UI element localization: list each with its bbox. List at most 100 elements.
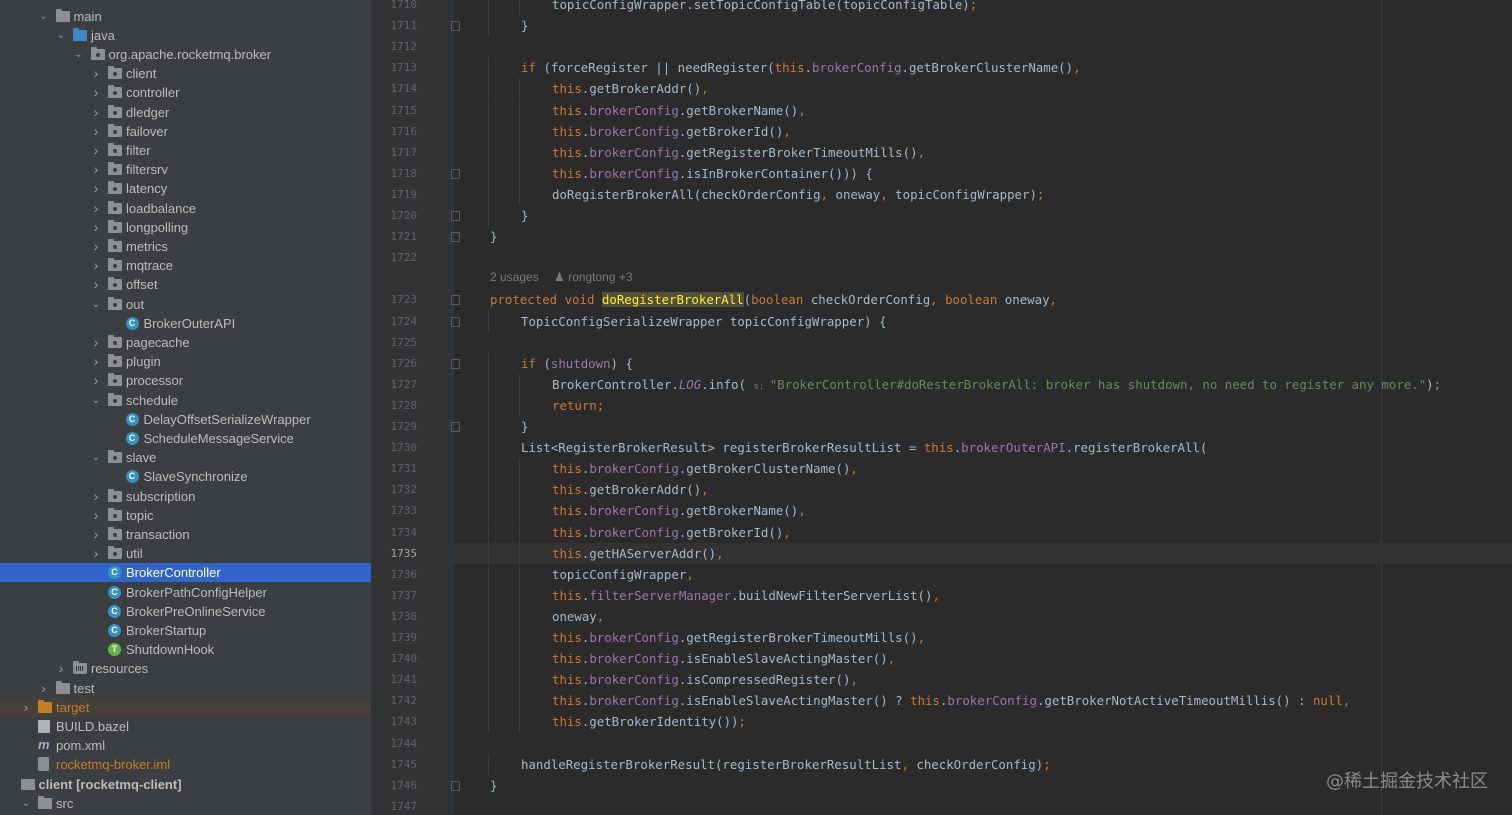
tree-item[interactable]: › latency <box>0 179 371 198</box>
chevron-right-icon[interactable]: › <box>90 64 102 83</box>
line-number[interactable]: 1715 <box>384 100 418 121</box>
code-line[interactable]: this.getBrokerIdentity()); <box>454 711 1512 733</box>
tree-item[interactable]: C SlaveSynchronize <box>0 467 371 486</box>
line-number[interactable]: 1734 <box>384 522 418 543</box>
line-number[interactable]: 1719 <box>384 184 418 205</box>
line-number[interactable]: 1717 <box>384 142 418 163</box>
chevron-right-icon[interactable]: › <box>20 698 32 717</box>
line-number[interactable]: 1743 <box>384 711 418 732</box>
line-number[interactable]: 1744 <box>384 733 418 754</box>
code-line[interactable]: this.brokerConfig.isEnableSlaveActingMas… <box>454 690 1512 712</box>
code-line[interactable] <box>454 247 1512 268</box>
tree-item[interactable]: › subscription <box>0 487 371 506</box>
tool-window-divider[interactable] <box>371 0 384 815</box>
tree-item[interactable]: › filter <box>0 141 371 160</box>
tree-item[interactable]: C BrokerPreOnlineService <box>0 602 371 621</box>
line-number[interactable]: 1726 <box>384 353 418 374</box>
chevron-right-icon[interactable]: › <box>55 659 67 678</box>
tree-item[interactable]: › plugin <box>0 352 371 371</box>
line-number[interactable]: 1735 <box>384 543 418 564</box>
line-number[interactable]: 1718 <box>384 163 418 184</box>
tree-item[interactable]: rocketmq-broker.iml <box>0 755 371 774</box>
code-line[interactable]: this.brokerConfig.getBrokerName(), <box>454 99 1512 121</box>
line-number[interactable]: 1721 <box>384 226 418 247</box>
line-number[interactable]: 1729 <box>384 416 418 437</box>
tree-item[interactable]: ⌄ slave <box>0 448 371 467</box>
line-number[interactable]: 1746 <box>384 775 418 796</box>
tree-item[interactable]: › resources <box>0 659 371 678</box>
code-line[interactable]: } <box>454 416 1512 437</box>
code-line[interactable]: } <box>454 226 1512 247</box>
code-line[interactable]: } <box>454 15 1512 37</box>
line-number[interactable]: 1731 <box>384 458 418 479</box>
line-number[interactable]: 1723 <box>384 289 418 310</box>
code-line[interactable]: } <box>454 205 1512 226</box>
line-number-gutter[interactable]: 1710 1711 1712 1713 1714 1715 1716 1717 1718 1719… <box>384 0 454 815</box>
tree-item[interactable]: C BrokerController <box>0 563 371 583</box>
tree-item[interactable]: › pagecache <box>0 333 371 352</box>
code-line[interactable]: this.brokerConfig.getBrokerId(), <box>454 521 1512 543</box>
tree-item[interactable]: › util <box>0 544 371 563</box>
line-number[interactable]: 1736 <box>384 564 418 585</box>
chevron-down-icon[interactable]: ⌄ <box>90 295 102 314</box>
tree-item[interactable]: T ShutdownHook <box>0 640 371 659</box>
code-line[interactable]: this.brokerConfig.getRegisterBrokerTimeo… <box>454 627 1512 648</box>
code-line[interactable]: this.brokerConfig.getRegisterBrokerTimeo… <box>454 141 1512 163</box>
chevron-down-icon[interactable]: ⌄ <box>55 26 67 45</box>
line-number[interactable]: 1713 <box>384 57 418 78</box>
chevron-right-icon[interactable]: › <box>90 218 102 237</box>
chevron-right-icon[interactable]: › <box>90 371 102 390</box>
line-number[interactable]: 1732 <box>384 479 418 500</box>
code-line[interactable] <box>454 332 1512 353</box>
tree-item[interactable]: ⌄ src <box>0 794 371 813</box>
line-number[interactable]: 1716 <box>384 121 418 142</box>
code-editor[interactable]: 1710 1711 1712 1713 1714 1715 1716 1717 1718 1719… <box>384 0 1512 815</box>
tree-item[interactable]: › loadbalance <box>0 199 371 218</box>
tree-item[interactable]: › target <box>0 697 371 717</box>
code-line[interactable]: topicConfigWrapper.setTopicConfigTable(t… <box>454 0 1512 15</box>
chevron-right-icon[interactable]: › <box>90 352 102 371</box>
line-number[interactable]: 1730 <box>384 437 418 458</box>
tree-item[interactable]: ⌄ out <box>0 295 371 314</box>
tree-item[interactable]: C BrokerOuterAPI <box>0 314 371 333</box>
tree-item[interactable]: › failover <box>0 122 371 141</box>
line-number[interactable]: 1742 <box>384 690 418 711</box>
chevron-right-icon[interactable]: › <box>90 256 102 275</box>
code-line[interactable]: this.brokerConfig.isCompressedRegister()… <box>454 669 1512 691</box>
tree-item[interactable]: › longpolling <box>0 218 371 237</box>
line-number[interactable]: 1738 <box>384 606 418 627</box>
code-line[interactable]: List<RegisterBrokerResult> registerBroke… <box>454 437 1512 459</box>
tree-item[interactable]: C ScheduleMessageService <box>0 429 371 448</box>
line-number[interactable]: 1714 <box>384 78 418 99</box>
chevron-down-icon[interactable]: ⌄ <box>90 391 102 410</box>
line-number[interactable]: 1740 <box>384 648 418 669</box>
code-line[interactable]: this.brokerConfig.isInBrokerContainer())… <box>454 162 1512 184</box>
tree-item[interactable]: client [rocketmq-client] <box>0 775 371 794</box>
tree-item[interactable]: ⌄ java <box>0 26 371 45</box>
tree-item[interactable]: C BrokerPathConfigHelper <box>0 583 371 602</box>
code-line[interactable]: protected void doRegisterBrokerAll(boole… <box>454 289 1512 310</box>
line-number[interactable]: 1710 <box>384 0 418 15</box>
code-line[interactable]: oneway, <box>454 605 1512 627</box>
line-number[interactable]: 1727 <box>384 374 418 395</box>
code-line[interactable]: TopicConfigSerializeWrapper topicConfigW… <box>454 310 1512 332</box>
chevron-right-icon[interactable]: › <box>90 141 102 160</box>
tree-item[interactable]: C BrokerStartup <box>0 621 371 640</box>
line-number[interactable]: 1733 <box>384 500 418 521</box>
tree-item[interactable]: › transaction <box>0 525 371 544</box>
chevron-right-icon[interactable]: › <box>38 679 50 698</box>
line-number[interactable]: 1712 <box>384 36 418 57</box>
tree-item[interactable]: › test <box>0 679 371 698</box>
tree-item[interactable]: › topic <box>0 506 371 525</box>
line-number[interactable]: 1728 <box>384 395 418 416</box>
tree-item[interactable]: ⌄ schedule <box>0 391 371 410</box>
tree-item[interactable]: ⌄ main <box>0 7 371 26</box>
code-line[interactable]: this.getBrokerAddr(), <box>454 479 1512 501</box>
tree-item[interactable]: › offset <box>0 275 371 294</box>
code-line[interactable] <box>454 796 1512 815</box>
line-number[interactable]: 1711 <box>384 15 418 36</box>
chevron-right-icon[interactable]: › <box>90 237 102 256</box>
chevron-right-icon[interactable]: › <box>90 333 102 352</box>
tree-item[interactable]: C DelayOffsetSerializeWrapper <box>0 410 371 429</box>
line-number[interactable]: 1745 <box>384 754 418 775</box>
